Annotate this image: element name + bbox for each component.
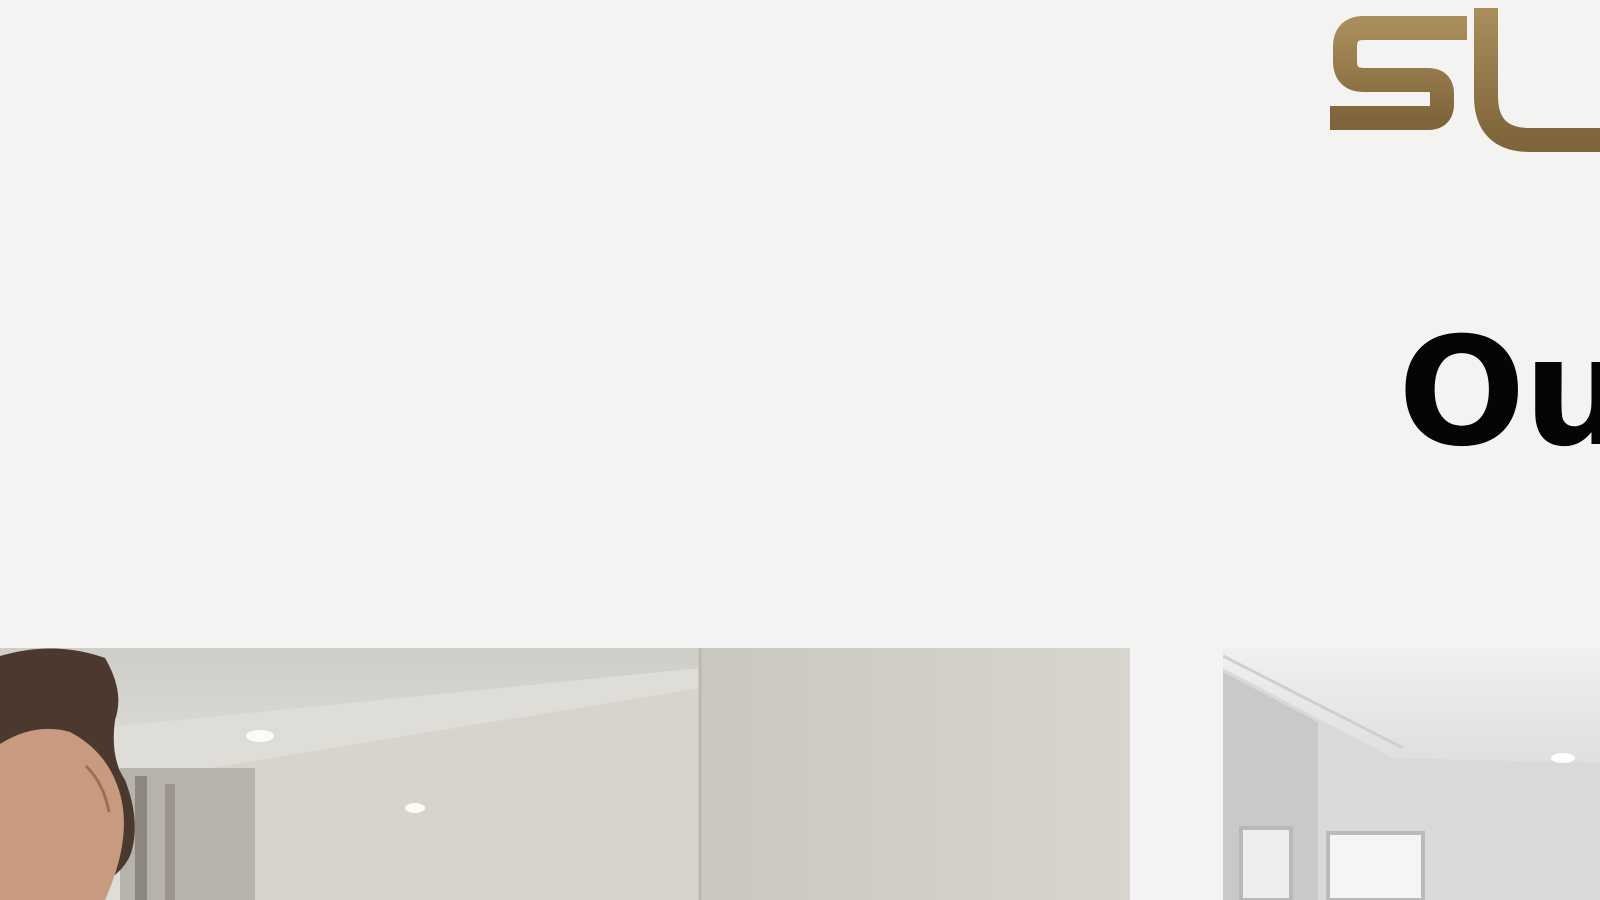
page: Ou [0, 0, 1600, 900]
man-in-modern-interior-photo [0, 648, 1130, 900]
section-heading: Ou [1398, 306, 1600, 480]
bright-interior-room-photo [1223, 648, 1600, 900]
brand-logo[interactable] [1330, 8, 1600, 158]
